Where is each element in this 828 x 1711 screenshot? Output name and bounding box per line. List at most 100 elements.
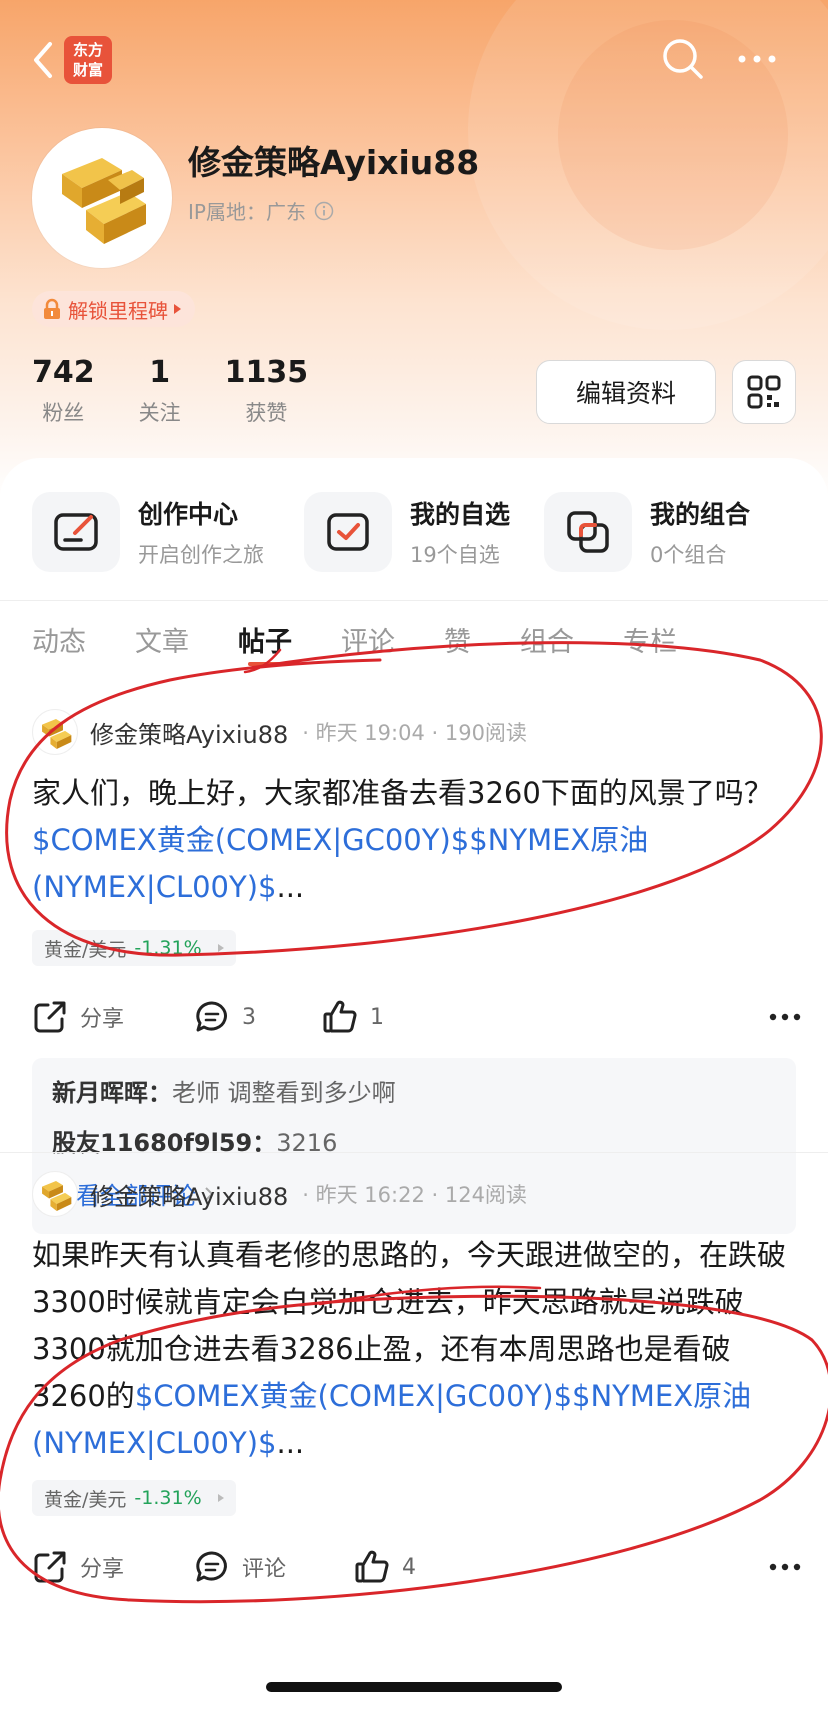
like-button[interactable]: 4 <box>354 1542 416 1592</box>
author-name[interactable]: 修金策略Ayixiu88 <box>90 715 288 750</box>
like-count: 1 <box>370 1004 384 1030</box>
qr-code-button[interactable] <box>732 360 796 424</box>
divider <box>0 600 828 601</box>
tab-portfolio[interactable]: 组合 <box>520 620 574 680</box>
watchlist-icon <box>327 513 369 551</box>
quick-creation-center[interactable]: 创作中心 开启创作之旅 <box>32 490 264 574</box>
portfolio-icon <box>567 511 609 553</box>
search-icon <box>663 39 703 79</box>
post-text[interactable]: 家人们，晚上好，大家都准备去看3260下面的风景了吗？ $COMEX黄金(COME… <box>32 770 802 911</box>
post-card[interactable]: 修金策略Ayixiu88 · 昨天 16:22 · 124阅读 如果昨天有认真看… <box>0 1170 828 1711</box>
thumbs-up-icon <box>323 1000 357 1033</box>
home-indicator <box>266 1682 562 1692</box>
quote-name: 黄金/美元 <box>44 938 127 961</box>
comment-count: 评论 <box>242 1557 287 1582</box>
comment-item[interactable]: 新月晖晖：老师 调整看到多少啊 <box>52 1076 776 1110</box>
gold-bars-icon <box>42 1181 72 1212</box>
info-icon[interactable] <box>314 201 334 221</box>
quote-change: -1.31% <box>134 1487 202 1509</box>
author-avatar[interactable] <box>32 1171 78 1217</box>
post-meta: · 昨天 19:04 · 190阅读 <box>302 721 527 745</box>
profile-tabs: 动态 文章 帖子 评论 赞 组合 专栏 <box>32 620 726 680</box>
quick-portfolio[interactable]: 我的组合 0个组合 <box>544 490 750 574</box>
quick-subtitle: 开启创作之旅 <box>138 543 264 567</box>
comment-item[interactable]: 股友11680f9l59：3216 <box>52 1126 776 1160</box>
qr-code-icon <box>747 375 781 409</box>
quick-title: 创作中心 <box>138 500 239 529</box>
post-meta: · 昨天 16:22 · 124阅读 <box>302 1183 527 1207</box>
post-text[interactable]: 如果昨天有认真看老修的思路的，今天跟进做空的，在跌破3300时候就肯定会自觉加仓… <box>32 1232 802 1467</box>
stat-value: 1135 <box>224 355 309 390</box>
stat-label: 关注 <box>138 401 181 425</box>
search-button[interactable] <box>660 36 706 82</box>
post-body: 家人们，晚上好，大家都准备去看3260下面的风景了吗？ <box>32 776 773 810</box>
milestone-badge[interactable]: 解锁里程碑 <box>32 291 195 327</box>
stat-label: 获赞 <box>245 401 288 425</box>
quick-title: 我的自选 <box>410 500 511 529</box>
comment-icon <box>196 1001 227 1032</box>
share-button[interactable]: 分享 <box>32 992 124 1042</box>
back-arrow-icon <box>34 42 52 78</box>
chevron-right-icon <box>217 944 224 952</box>
more-options-button[interactable] <box>734 36 780 82</box>
stat-value: 1 <box>149 355 171 390</box>
quick-watchlist[interactable]: 我的自选 19个自选 <box>304 490 510 574</box>
quote-name: 黄金/美元 <box>44 1488 127 1511</box>
edit-profile-button[interactable]: 编辑资料 <box>536 360 716 424</box>
more-icon <box>769 1563 801 1571</box>
ip-location-label: IP属地：广东 <box>188 200 306 224</box>
like-button[interactable]: 1 <box>322 992 384 1042</box>
author-name[interactable]: 修金策略Ayixiu88 <box>90 1177 288 1212</box>
comment-count: 3 <box>242 1004 256 1030</box>
stat-following[interactable]: 1 关注 <box>139 355 181 427</box>
quote-tag[interactable]: 黄金/美元 -1.31% <box>32 930 236 966</box>
content-sheet: 创作中心 开启创作之旅 我的自选 19个自选 我的组合 0个组合 动态 文章 帖… <box>0 458 828 1711</box>
share-button[interactable]: 分享 <box>32 1542 124 1592</box>
post-more-button[interactable] <box>768 992 802 1042</box>
profile-page: 东方 财富 修金策略Ayixiu88 IP属地：广东 解锁里程碑 742 粉丝 … <box>0 0 828 1711</box>
back-button[interactable] <box>24 40 64 80</box>
stock-link[interactable]: $COMEX黄金(COMEX|GC00Y)$$NYMEX原油(NYMEX|CL0… <box>32 1379 751 1460</box>
profile-username: 修金策略Ayixiu88 <box>188 143 480 182</box>
profile-avatar[interactable] <box>32 128 172 268</box>
author-avatar[interactable] <box>32 709 78 755</box>
quick-entries: 创作中心 开启创作之旅 我的自选 19个自选 我的组合 0个组合 <box>0 490 828 574</box>
post-divider <box>0 1152 828 1153</box>
gold-bars-icon <box>42 719 72 750</box>
quote-change: -1.31% <box>134 937 202 959</box>
creation-icon <box>54 513 98 551</box>
post-card[interactable]: 修金策略Ayixiu88 · 昨天 19:04 · 190阅读 家人们，晚上好，… <box>0 708 828 1234</box>
stat-followers[interactable]: 742 粉丝 <box>32 355 95 427</box>
quote-tag[interactable]: 黄金/美元 -1.31% <box>32 1480 236 1516</box>
comment-button[interactable]: 3 <box>194 992 256 1042</box>
post-more-button[interactable] <box>768 1542 802 1592</box>
lock-icon <box>44 298 60 319</box>
quick-subtitle: 0个组合 <box>650 543 727 567</box>
ellipsis: ... <box>276 1426 305 1460</box>
post-header: 修金策略Ayixiu88 · 昨天 19:04 · 190阅读 <box>32 708 527 756</box>
quick-subtitle: 19个自选 <box>410 543 500 567</box>
tab-likes[interactable]: 赞 <box>444 620 471 680</box>
tab-posts[interactable]: 帖子 <box>238 620 292 680</box>
share-label: 分享 <box>80 1007 125 1032</box>
tab-activity[interactable]: 动态 <box>32 620 86 680</box>
comment-text: 老师 调整看到多少啊 <box>172 1079 396 1107</box>
milestone-label: 解锁里程碑 <box>68 298 168 323</box>
ip-location: IP属地：广东 <box>188 196 334 225</box>
tab-articles[interactable]: 文章 <box>135 620 189 680</box>
share-icon <box>34 1001 66 1033</box>
gold-bars-icon <box>36 132 168 264</box>
post-actions: 分享 3 1 <box>32 992 802 1042</box>
comment-button[interactable]: 评论 <box>194 1542 286 1592</box>
stat-value: 742 <box>32 355 95 390</box>
chevron-right-icon <box>174 304 181 314</box>
tab-comments[interactable]: 评论 <box>341 620 395 680</box>
profile-stats: 742 粉丝 1 关注 1135 获赞 <box>32 355 352 427</box>
post-header: 修金策略Ayixiu88 · 昨天 16:22 · 124阅读 <box>32 1170 527 1218</box>
top-bar: 东方 财富 <box>0 30 828 90</box>
thumbs-up-icon <box>355 1550 389 1583</box>
app-logo: 东方 财富 <box>64 36 112 84</box>
stock-link[interactable]: $COMEX黄金(COMEX|GC00Y)$$NYMEX原油(NYMEX|CL0… <box>32 823 648 904</box>
stat-likes[interactable]: 1135 获赞 <box>225 355 309 427</box>
tab-column[interactable]: 专栏 <box>623 620 677 680</box>
